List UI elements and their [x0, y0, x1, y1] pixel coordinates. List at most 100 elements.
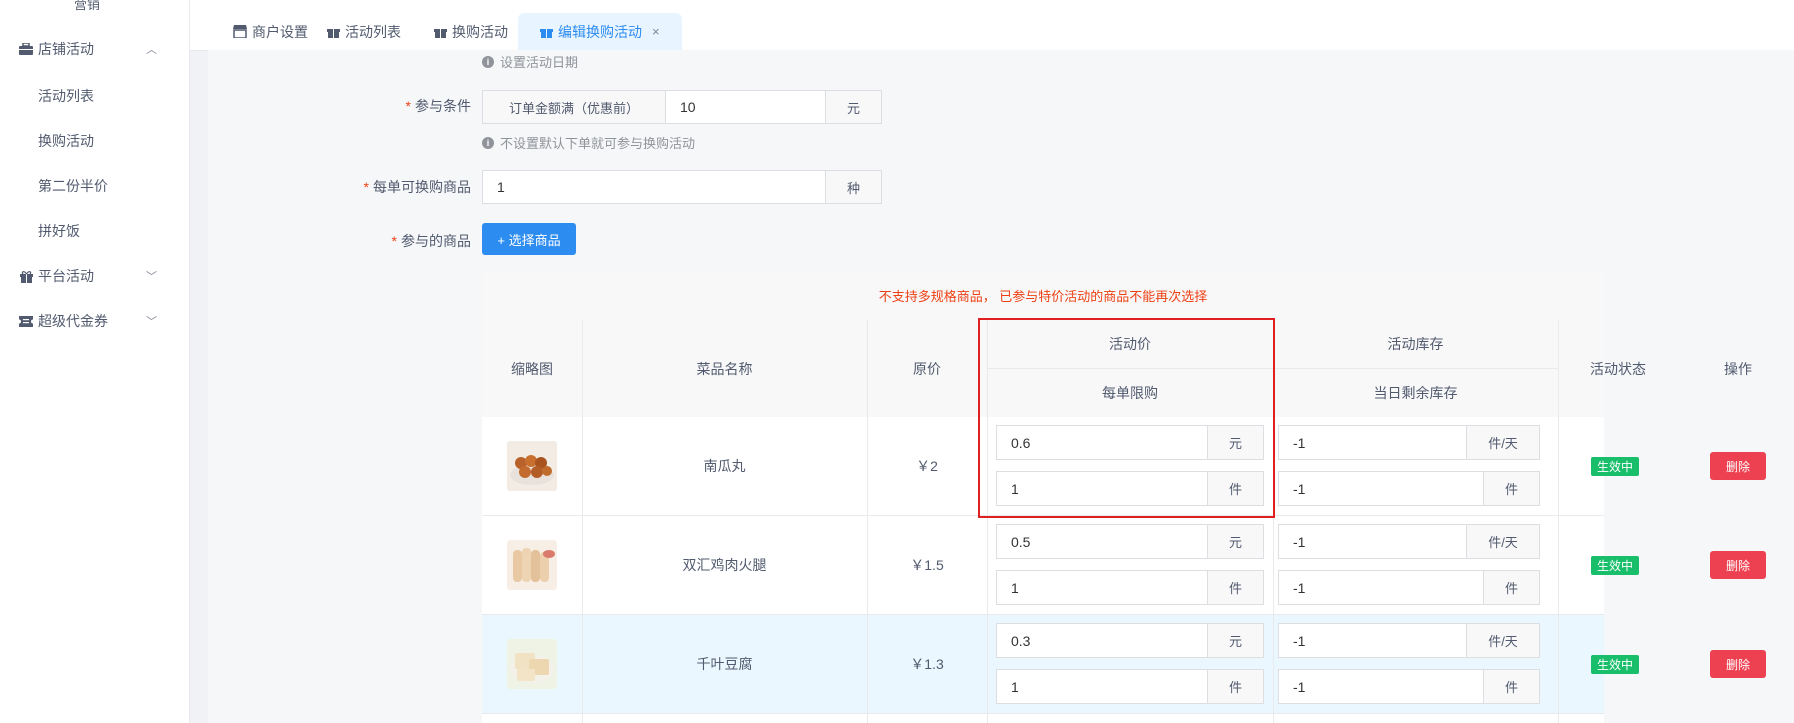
status-badge: 生效中 — [1591, 655, 1639, 674]
dish-name: 双汇鸡肉火腿 — [682, 557, 767, 573]
store-icon — [233, 25, 247, 38]
remain-input-group: -1 件 — [1278, 669, 1540, 704]
select-goods-button[interactable]: + 选择商品 — [482, 223, 576, 255]
header-price: 原价 — [913, 360, 941, 377]
unit-suffix: 件/天 — [1466, 624, 1539, 657]
delete-button[interactable]: 删除 — [1710, 452, 1766, 480]
tip-text: 不设置默认下单就可参与换购活动 — [500, 136, 696, 151]
limit-input-group: 1 件 — [996, 669, 1264, 704]
chevron-up-icon: ︿ — [146, 44, 157, 56]
sidebar-item-group-meal[interactable]: 拼好饭 — [38, 221, 80, 241]
ticket-icon — [19, 314, 33, 328]
stock-input[interactable]: -1 — [1279, 525, 1466, 558]
stock-input[interactable]: -1 — [1279, 426, 1466, 459]
limit-input-group: 1 件 — [996, 471, 1264, 506]
act-price-input-group: 0.3 元 — [996, 623, 1264, 658]
goods-label: * 参与的商品 — [392, 231, 471, 251]
dish-thumbnail — [507, 540, 557, 590]
header-status: 活动状态 — [1590, 360, 1646, 377]
unit-suffix: 件/天 — [1466, 426, 1539, 459]
act-price-input[interactable]: 0.3 — [997, 624, 1207, 657]
act-price-input[interactable]: 0.5 — [997, 525, 1207, 558]
sidebar-group-label: 平台活动 — [38, 268, 94, 284]
stock-input-group: -1 件/天 — [1278, 623, 1540, 658]
label-text: 每单可换购商品 — [373, 179, 471, 195]
label-text: 参与的商品 — [401, 233, 471, 249]
goods-table: 不支持多规格商品， 已参与特价活动的商品不能再次选择 缩略图 菜品名称 原价 活… — [482, 271, 1766, 723]
close-icon[interactable]: × — [652, 24, 660, 39]
limit-input-group: 1 件 — [996, 570, 1264, 605]
unit-suffix: 件/天 — [1466, 525, 1539, 558]
act-price-input-group: 0.5 元 — [996, 524, 1264, 559]
header-stock: 活动库存 — [1387, 336, 1444, 352]
gift-icon — [19, 269, 33, 283]
limit-input[interactable]: 1 — [997, 571, 1207, 604]
original-price: ￥1.5 — [910, 557, 944, 573]
unit-suffix: 元 — [1207, 624, 1263, 657]
delete-button[interactable]: 删除 — [1710, 650, 1766, 678]
sidebar-section-title: 营销 — [74, 0, 101, 12]
tofu-image — [507, 639, 557, 689]
sidebar-item-exchange[interactable]: 换购活动 — [38, 131, 94, 151]
sidebar-group-platform-activity[interactable]: 平台活动 ﹀ — [0, 256, 189, 296]
column-divider — [1558, 320, 1559, 723]
tab-merchant-settings[interactable]: 商户设置 — [233, 13, 308, 50]
limit-input[interactable]: 1 — [997, 472, 1207, 505]
per-order-suffix: 种 — [825, 171, 881, 203]
remain-input[interactable]: -1 — [1279, 571, 1483, 604]
sidebar-group-super-coupon[interactable]: 超级代金券 ﹀ — [0, 301, 189, 341]
sidebar-group-shop-activity[interactable]: 店铺活动 ︿ — [0, 29, 189, 69]
condition-input-group: 订单金额满（优惠前） 10 元 — [482, 90, 882, 124]
tab-activity-list[interactable]: 活动列表 — [327, 13, 401, 50]
header-thumb: 缩略图 — [511, 360, 553, 377]
sidebar-item-half-price[interactable]: 第二份半价 — [38, 176, 108, 196]
original-price: ￥1.3 — [910, 656, 944, 672]
info-icon: i — [482, 55, 494, 68]
table-header: 缩略图 菜品名称 原价 活动价 每单限购 活动库存 当日剩余库存 活动状态 操作 — [482, 320, 1752, 418]
tab-exchange-activity[interactable]: 换购活动 — [434, 13, 508, 50]
dish-name: 南瓜丸 — [703, 458, 746, 474]
tab-bar: 商户设置 活动列表 换购活动 编辑换购活动 × — [190, 0, 1794, 51]
table-row: 双汇鸡肉火腿 ￥1.5 0.5 元 1 件 -1 件/天 -1 件 生效中 删除 — [482, 516, 1766, 615]
tab-label: 编辑换购活动 — [558, 23, 642, 40]
unit-suffix: 元 — [1207, 525, 1263, 558]
per-order-input[interactable]: 1 — [483, 171, 825, 203]
dish-thumbnail — [507, 639, 557, 689]
tab-label: 活动列表 — [345, 23, 401, 40]
status-badge: 生效中 — [1591, 556, 1639, 575]
dish-name: 千叶豆腐 — [696, 656, 753, 672]
condition-label: * 参与条件 — [406, 96, 471, 116]
delete-button[interactable]: 删除 — [1710, 551, 1766, 579]
condition-amount-input[interactable]: 10 — [666, 91, 825, 123]
column-divider — [867, 320, 868, 723]
act-price-input[interactable]: 0.6 — [997, 426, 1207, 459]
unit-suffix: 件 — [1483, 571, 1539, 604]
tab-label: 换购活动 — [452, 23, 508, 40]
header-name: 菜品名称 — [696, 360, 753, 377]
sidebar-item-activity-list[interactable]: 活动列表 — [38, 86, 94, 106]
remain-input-group: -1 件 — [1278, 471, 1540, 506]
table-row: 南瓜丸 ￥2 0.6 元 1 件 -1 件/天 -1 件 生效中 删除 — [482, 417, 1766, 516]
tab-edit-exchange-activity[interactable]: 编辑换购活动 × — [518, 13, 682, 50]
table-notice: 不支持多规格商品， 已参与特价活动的商品不能再次选择 — [482, 271, 1604, 321]
remain-input[interactable]: -1 — [1279, 472, 1483, 505]
limit-input[interactable]: 1 — [997, 670, 1207, 703]
unit-suffix: 元 — [1207, 426, 1263, 459]
condition-prefix: 订单金额满（优惠前） — [483, 91, 666, 123]
gift-icon — [434, 25, 447, 38]
table-row: 千叶豆腐 ￥1.3 0.3 元 1 件 -1 件/天 -1 件 生效中 删除 — [482, 615, 1766, 714]
dish-thumbnail — [507, 441, 557, 491]
label-text: 参与条件 — [415, 98, 471, 114]
remain-input[interactable]: -1 — [1279, 670, 1483, 703]
required-mark: * — [405, 98, 411, 114]
tip-text: 设置活动日期 — [500, 55, 579, 70]
unit-suffix: 件 — [1207, 670, 1263, 703]
stock-input[interactable]: -1 — [1279, 624, 1466, 657]
condition-suffix: 元 — [825, 91, 881, 123]
column-divider — [1273, 320, 1274, 723]
per-order-label: * 每单可换购商品 — [364, 177, 471, 197]
required-mark: * — [363, 179, 369, 195]
gift-icon — [540, 25, 553, 38]
unit-suffix: 件 — [1483, 670, 1539, 703]
per-order-input-group: 1 种 — [482, 170, 882, 204]
